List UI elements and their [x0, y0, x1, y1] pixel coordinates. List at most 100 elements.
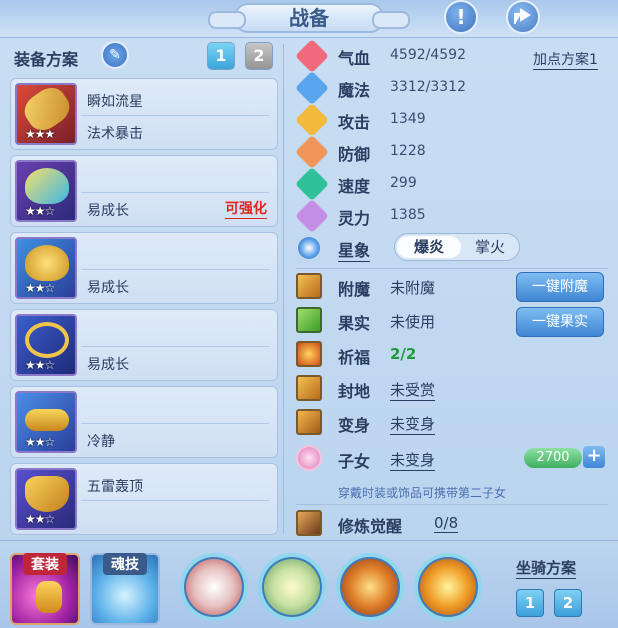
- equipment-scheme-tab-1[interactable]: 1: [207, 42, 235, 70]
- status-label: 果实: [338, 314, 371, 333]
- belt-icon: ★★☆: [15, 391, 77, 453]
- suit-button[interactable]: 套装: [10, 553, 80, 625]
- stat-hp: 气血 4592/4592 加点方案1: [295, 39, 606, 73]
- hand-icon: [36, 581, 62, 613]
- add-children-button[interactable]: +: [583, 446, 605, 468]
- equipment-stars: ★★☆: [25, 512, 55, 526]
- one-click-fruit-button[interactable]: 一键果实: [516, 307, 604, 337]
- constellation-label: 星象: [338, 237, 371, 262]
- status-value[interactable]: 未变身: [390, 449, 436, 471]
- helmet-icon: ★★☆: [15, 160, 77, 222]
- sword-icon: [295, 103, 329, 137]
- status-transform: 变身 未变身: [296, 409, 606, 437]
- skill-slot-2[interactable]: [258, 553, 326, 621]
- stat-speed: 速度 299: [295, 167, 606, 201]
- mount-scheme-label: 坐骑方案: [516, 559, 577, 579]
- equipment-stars: ★★★: [25, 127, 55, 141]
- mount-scheme-tab-1[interactable]: 1: [516, 589, 544, 617]
- status-value: 未附魔: [390, 279, 436, 297]
- status-value[interactable]: 未受赏: [390, 379, 436, 401]
- equipment-stars: ★★☆: [25, 358, 55, 372]
- stats-panel: 气血 4592/4592 加点方案1 魔法 3312/3312 攻击 1349 …: [288, 39, 612, 540]
- equipment-effect: 冷静: [87, 434, 115, 450]
- equipment-slot-1[interactable]: ★★★ 瞬如流星 法术暴击: [10, 78, 278, 150]
- stat-value: 4592/4592: [390, 47, 466, 63]
- stat-label: 防御: [338, 145, 371, 164]
- equipment-divider: [81, 346, 269, 347]
- window-title: 战备: [208, 3, 410, 33]
- title-bar: 战备 !: [0, 0, 618, 38]
- lotus-icon: [296, 445, 322, 471]
- spirit-icon: [295, 199, 329, 233]
- constellation-icon: [298, 237, 320, 259]
- stat-label: 攻击: [338, 113, 371, 132]
- stat-attack: 攻击 1349: [295, 103, 606, 137]
- equipment-stars: ★★☆: [25, 204, 55, 218]
- constellation-option-inactive[interactable]: 掌火: [461, 236, 519, 258]
- equipment-effect: 易成长: [87, 203, 129, 219]
- equipment-stars: ★★☆: [25, 435, 55, 449]
- status-value: 2/2: [390, 345, 417, 363]
- equipment-name: 瞬如流星: [87, 94, 143, 110]
- one-click-enchant-button[interactable]: 一键附魔: [516, 272, 604, 302]
- stat-value: 1228: [390, 143, 426, 159]
- share-icon[interactable]: [506, 0, 540, 34]
- scroll-icon: [296, 375, 322, 401]
- bottom-bar: 套装 魂技 坐骑方案 1 2: [0, 540, 618, 628]
- soul-skill-label: 魂技: [103, 553, 147, 575]
- equipment-name: 五雷轰顶: [87, 479, 143, 495]
- status-label: 附魔: [338, 280, 371, 299]
- equipment-effect: 易成长: [87, 280, 129, 296]
- status-label: 修炼觉醒: [338, 517, 403, 536]
- equipment-scheme-tab-2[interactable]: 2: [245, 42, 273, 70]
- status-label: 变身: [338, 416, 371, 435]
- equipment-divider: [81, 423, 269, 424]
- constellation-option-active[interactable]: 爆炎: [397, 236, 461, 258]
- speed-icon: [295, 167, 329, 201]
- skill-slot-3[interactable]: [336, 553, 404, 621]
- boots-icon: ★★☆: [15, 468, 77, 530]
- soul-skill-button[interactable]: 魂技: [90, 553, 160, 625]
- transform-icon: [296, 409, 322, 435]
- stat-value: 3312/3312: [390, 79, 466, 95]
- help-icon[interactable]: !: [444, 0, 478, 34]
- status-cultivation-awakening: 修炼觉醒 0/8: [296, 510, 606, 538]
- children-value-pill: 2700: [524, 448, 582, 468]
- status-value[interactable]: 0/8: [434, 514, 459, 533]
- equipment-slot-4[interactable]: ★★☆ 易成长: [10, 309, 278, 381]
- status-value: 未使用: [390, 313, 436, 331]
- edit-pen-icon[interactable]: ✎: [101, 41, 129, 69]
- stat-value: 1385: [390, 207, 426, 223]
- equipment-scheme-label: 装备方案: [14, 50, 79, 69]
- upgradable-tag[interactable]: 可强化: [225, 198, 267, 219]
- section-divider: [296, 504, 608, 505]
- stat-spirit: 灵力 1385: [295, 199, 606, 233]
- stat-value: 1349: [390, 111, 426, 127]
- equipment-slot-5[interactable]: ★★☆ 冷静: [10, 386, 278, 458]
- skill-slot-1[interactable]: [180, 553, 248, 621]
- heart-icon: [295, 39, 329, 73]
- staff-icon: ★★★: [15, 81, 77, 145]
- status-fief: 封地 未受赏: [296, 375, 606, 403]
- constellation-toggle[interactable]: 爆炎 掌火: [394, 233, 520, 261]
- attribute-plan-link[interactable]: 加点方案1: [533, 49, 598, 70]
- status-value[interactable]: 未变身: [390, 413, 436, 435]
- equipment-slot-6[interactable]: ★★☆ 五雷轰顶: [10, 463, 278, 535]
- equipment-slot-3[interactable]: ★★☆ 易成长: [10, 232, 278, 304]
- equipment-slot-2[interactable]: ★★☆ 易成长 可强化: [10, 155, 278, 227]
- fruit-icon: [296, 307, 322, 333]
- stat-defense: 防御 1228: [295, 135, 606, 169]
- mount-scheme-tab-2[interactable]: 2: [554, 589, 582, 617]
- equipment-divider: [81, 192, 269, 193]
- equipment-divider: [81, 269, 269, 270]
- shield-icon: [295, 135, 329, 169]
- status-label: 祈福: [338, 348, 371, 367]
- equipment-effect: 法术暴击: [87, 126, 143, 142]
- status-label: 子女: [338, 452, 371, 471]
- equipment-stars: ★★☆: [25, 281, 55, 295]
- equipment-panel: 装备方案 ✎ 1 2 ★★★ 瞬如流星 法术暴击 ★★☆ 易成长 可强化 ★★☆…: [6, 40, 284, 540]
- mana-icon: [295, 71, 329, 105]
- status-blessing: 祈福 2/2: [296, 341, 606, 369]
- skill-slot-4[interactable]: [414, 553, 482, 621]
- status-label: 封地: [338, 382, 371, 401]
